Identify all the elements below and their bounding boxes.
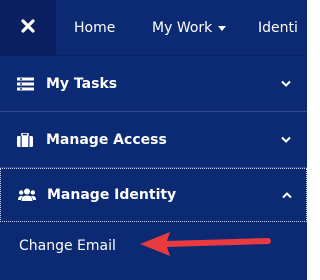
nav-home-label: Home: [74, 19, 116, 36]
nav-my-work-dropdown[interactable]: My Work: [152, 0, 227, 55]
menu-section-label: Manage Identity: [47, 187, 177, 203]
chevron-up-icon: [282, 192, 292, 199]
nav-home-link[interactable]: Home: [74, 0, 115, 55]
menu-section-my-tasks[interactable]: My Tasks: [0, 56, 307, 111]
close-icon: [21, 18, 35, 37]
menu-section-label: My Tasks: [46, 75, 118, 92]
caret-down-icon: [218, 26, 227, 31]
nav-identity-label: Identi: [258, 19, 298, 36]
top-nav-bar: Home My Work Identi: [0, 0, 307, 56]
chevron-down-icon: [281, 136, 291, 143]
nav-my-work-label: My Work: [152, 19, 213, 36]
menu-section-manage-access[interactable]: Manage Access: [0, 112, 307, 167]
users-icon: [18, 188, 36, 202]
close-menu-button[interactable]: [0, 0, 56, 55]
task-list-icon: [17, 77, 34, 90]
menu-section-label: Manage Access: [46, 131, 167, 148]
nav-identity-link[interactable]: Identi: [258, 0, 298, 55]
briefcase-icon: [17, 132, 33, 147]
menu-section-manage-identity[interactable]: Manage Identity: [0, 168, 307, 222]
chevron-down-icon: [281, 80, 291, 87]
menu-subitem-label: Change Email: [19, 238, 116, 254]
annotation-arrow-icon: [140, 232, 271, 256]
